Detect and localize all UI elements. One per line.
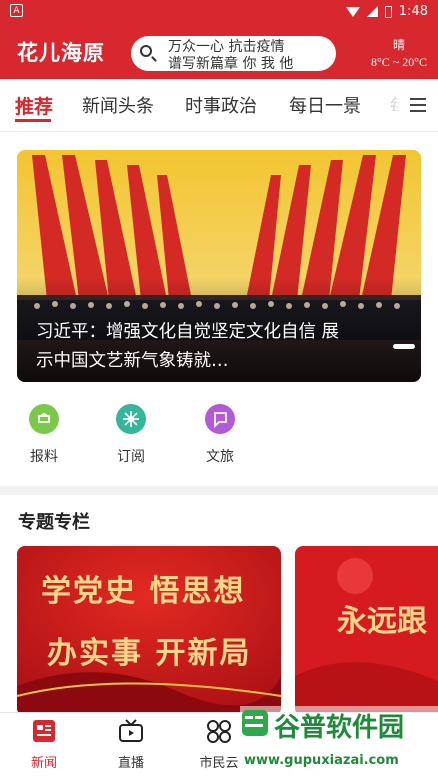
headline-banner[interactable]: 习近平：增强文化自觉坚定文化自信 展示中国文艺新气象铸就… xyxy=(17,150,421,382)
category-tabs: 推荐 新闻头条 时事政治 每日一景 每 xyxy=(0,79,438,132)
status-bar: A 1:48 xyxy=(0,0,438,24)
tab-headlines[interactable]: 新闻头条 xyxy=(82,92,154,118)
weather-temperature: 8°C ~ 20°C xyxy=(370,55,428,69)
news-icon xyxy=(33,720,55,742)
card-headline-1: 永远跟 xyxy=(337,604,427,639)
tab-daily-scene[interactable]: 每日一景 xyxy=(289,92,361,118)
nav-news[interactable]: 新闻 xyxy=(14,719,74,771)
watermark-url: www.gupuxiazai.com xyxy=(244,753,399,768)
quick-link-culture-travel[interactable]: 文旅 xyxy=(190,404,250,466)
banner-caption: 习近平：增强文化自觉坚定文化自信 展示中国文艺新气象铸就… xyxy=(36,322,340,371)
active-tab-indicator xyxy=(15,119,51,122)
app-header: 花儿海原 万众一心 抗击疫情 谱写新篇章 你 我 他 晴 8°C ~ 20°C xyxy=(0,24,438,79)
search-hint: 万众一心 抗击疫情 谱写新篇章 你 我 他 xyxy=(168,39,294,71)
apps-grid-icon xyxy=(207,720,231,743)
subscribe-icon xyxy=(116,404,146,434)
search-box[interactable]: 万众一心 抗击疫情 谱写新篇章 你 我 他 xyxy=(131,36,336,71)
app-title: 花儿海原 xyxy=(17,41,105,65)
card-headline-2: 办实事 开新局 xyxy=(47,636,252,671)
weather-widget[interactable]: 晴 8°C ~ 20°C xyxy=(360,37,438,71)
search-icon xyxy=(140,45,152,57)
tab-politics[interactable]: 时事政治 xyxy=(185,92,257,118)
watermark-logo: 谷普软件园 www.gupuxiazai.com xyxy=(240,706,438,776)
quick-link-subscribe[interactable]: 订阅 xyxy=(101,404,161,466)
weather-condition: 晴 xyxy=(392,38,405,52)
topic-card-party-history[interactable]: 学党史 悟思想 办实事 开新局 xyxy=(17,546,281,716)
section-divider xyxy=(0,486,438,495)
live-tv-icon xyxy=(119,719,143,742)
wifi-icon xyxy=(345,6,360,17)
nav-live[interactable]: 直播 xyxy=(101,719,161,771)
topic-card-follow[interactable]: 永远跟 xyxy=(295,546,438,716)
report-icon xyxy=(29,404,59,434)
menu-icon[interactable] xyxy=(410,98,426,112)
signal-icon xyxy=(366,6,378,17)
carousel-indicator xyxy=(393,344,415,349)
quick-link-report[interactable]: 报料 xyxy=(14,404,74,466)
status-time: 1:48 xyxy=(398,4,428,19)
section-title: 专题专栏 xyxy=(18,512,90,533)
watermark-title: 谷普软件园 xyxy=(274,712,404,743)
notification-icon: A xyxy=(10,4,23,17)
tab-recommend[interactable]: 推荐 xyxy=(15,92,53,119)
battery-icon xyxy=(384,5,392,18)
card-headline-1: 学党史 悟思想 xyxy=(41,574,246,609)
culture-travel-icon xyxy=(205,404,235,434)
